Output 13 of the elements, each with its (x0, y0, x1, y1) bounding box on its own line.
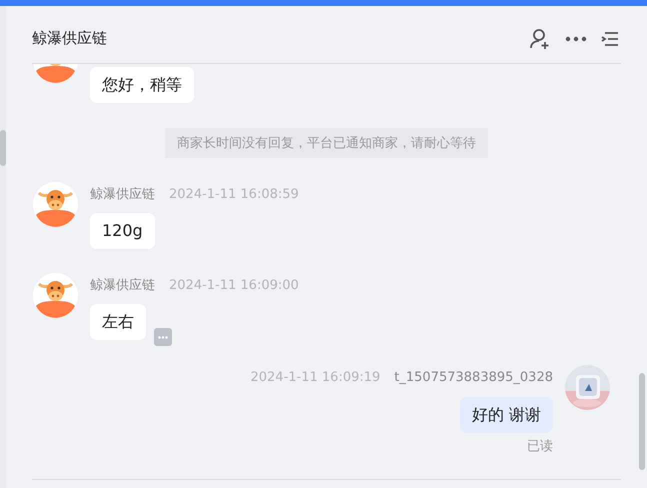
message-time: 2024-1-11 16:08:59 (169, 186, 299, 202)
message-bubble: 好的 谢谢 (460, 397, 553, 433)
sender-name: 鲸瀑供应链 (90, 277, 155, 294)
message-bubble: 120g (90, 213, 155, 249)
system-notice: 商家长时间没有回复，平台已通知商家，请耐心等待 (165, 128, 488, 158)
message-time: 2024-1-11 16:09:19 (250, 370, 380, 384)
read-status: 已读 (527, 438, 553, 455)
message-time: 2024-1-11 16:09:00 (169, 278, 299, 292)
sender-name: 鲸瀑供应链 (90, 186, 155, 203)
message-bubble: 您好，稍等 (90, 67, 194, 103)
chat-title: 鲸瀑供应链 (32, 29, 107, 48)
message-bubble: 左右 (90, 304, 146, 340)
sender-name: t_1507573883895_0328 (394, 370, 553, 384)
